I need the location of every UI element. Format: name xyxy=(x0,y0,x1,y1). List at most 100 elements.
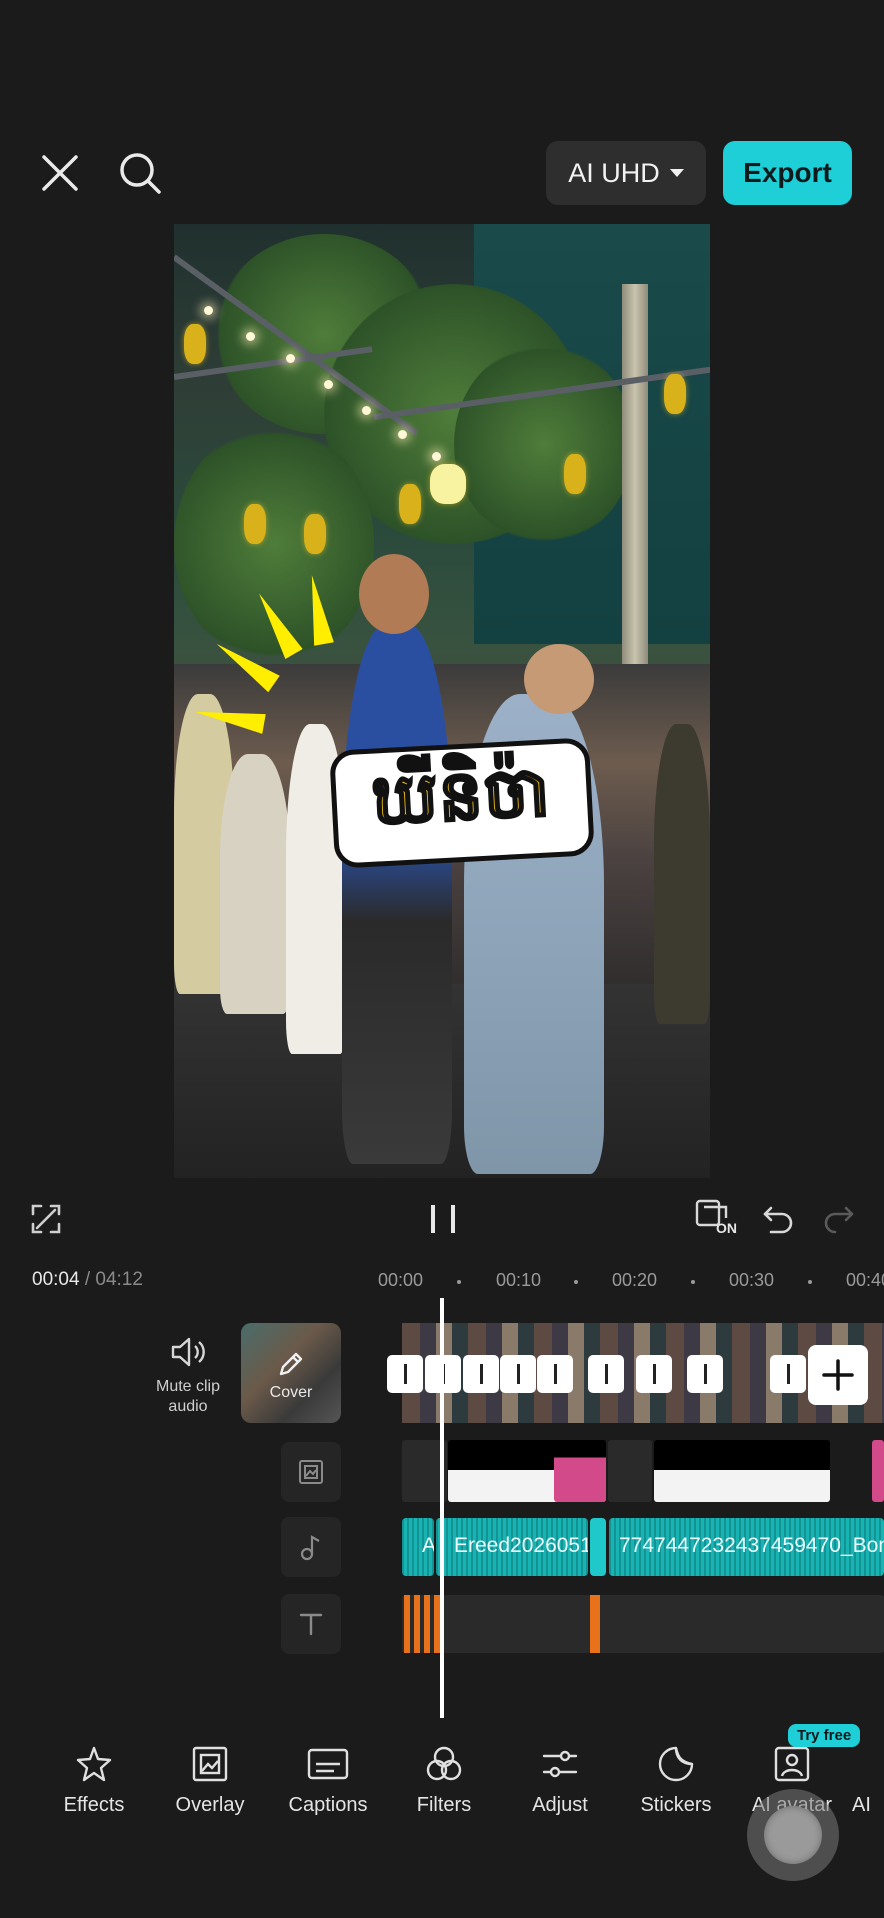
floating-assist-button[interactable] xyxy=(747,1789,839,1881)
add-clip-button[interactable] xyxy=(808,1345,868,1405)
audio-clip[interactable]: A xyxy=(402,1518,434,1576)
transition-marker[interactable] xyxy=(463,1355,499,1393)
ruler-dot xyxy=(691,1280,695,1284)
ruler-dot xyxy=(808,1280,812,1284)
close-icon[interactable] xyxy=(36,149,84,197)
preview-lantern xyxy=(244,504,266,544)
ruler-tick: 00:10 xyxy=(496,1270,542,1290)
preview-lantern xyxy=(304,514,326,554)
transition-marker[interactable] xyxy=(500,1355,536,1393)
pencil-icon xyxy=(279,1352,303,1376)
mute-clip-label: Mute clip audio xyxy=(155,1378,221,1415)
transition-marker[interactable] xyxy=(770,1355,806,1393)
audio-clip[interactable]: 7747447232437459470_Bon xyxy=(609,1518,884,1576)
text-clip-marker[interactable] xyxy=(424,1595,430,1653)
stickers-label: Stickers xyxy=(640,1794,712,1816)
more-ai-label: AI xyxy=(852,1794,871,1816)
preview-light xyxy=(286,354,295,363)
ruler-dot xyxy=(457,1280,461,1284)
filters-tool[interactable]: Filters xyxy=(388,1744,500,1817)
preview-lantern xyxy=(430,464,466,504)
text-track[interactable] xyxy=(402,1595,884,1653)
preview-light xyxy=(204,306,213,315)
ruler-dot xyxy=(574,1280,578,1284)
ruler-tick: 00:20 xyxy=(612,1270,658,1290)
preview-lantern xyxy=(399,484,421,524)
overlay-track-icon[interactable] xyxy=(281,1442,341,1502)
captions-label: Captions xyxy=(288,1794,368,1816)
preview-person xyxy=(524,644,594,714)
export-button[interactable]: Export xyxy=(723,141,852,205)
filters-label: Filters xyxy=(416,1794,472,1816)
sticker-text: ឃីនិច៉ា xyxy=(369,751,554,839)
transition-marker[interactable] xyxy=(537,1355,573,1393)
overlay-clip[interactable] xyxy=(654,1440,830,1502)
captions-tool[interactable]: Captions xyxy=(272,1744,384,1817)
adjust-tool[interactable]: Adjust xyxy=(504,1744,616,1817)
duplicate-toggle-badge: ON xyxy=(716,1220,737,1236)
quality-dropdown[interactable]: AI UHD xyxy=(546,141,706,205)
try-free-badge: Try free xyxy=(788,1724,861,1747)
overlay-icon xyxy=(192,1746,228,1782)
quality-label: AI UHD xyxy=(568,157,660,188)
audio-clip-label: Ereed2026051 xyxy=(454,1534,588,1557)
text-track-icon[interactable] xyxy=(281,1594,341,1654)
overlay-label: Overlay xyxy=(175,1794,245,1816)
overlay-clip[interactable] xyxy=(872,1440,884,1502)
timecode: 00:04 / 04:12 xyxy=(32,1269,143,1291)
redo-icon[interactable] xyxy=(822,1202,856,1241)
text-clip-marker[interactable] xyxy=(414,1595,420,1653)
plus-icon xyxy=(822,1359,854,1391)
stickers-tool[interactable]: Stickers xyxy=(620,1744,732,1817)
cover-thumbnail[interactable]: Cover xyxy=(241,1323,341,1423)
preview-lantern xyxy=(664,374,686,414)
more-ai-tool[interactable]: AI xyxy=(852,1744,884,1817)
search-icon[interactable] xyxy=(116,149,164,197)
time-separator: / xyxy=(84,1269,91,1290)
text-clip-marker[interactable] xyxy=(404,1595,410,1653)
preview-light xyxy=(362,406,371,415)
overlay-clip[interactable] xyxy=(554,1440,606,1502)
preview-lantern xyxy=(184,324,206,364)
cover-label: Cover xyxy=(269,1384,313,1401)
preview-person xyxy=(359,554,429,634)
playhead[interactable] xyxy=(440,1298,444,1718)
transition-marker[interactable] xyxy=(636,1355,672,1393)
fullscreen-icon[interactable] xyxy=(30,1203,62,1240)
audio-clip-handle[interactable] xyxy=(590,1518,606,1576)
preview-person xyxy=(220,754,290,1014)
floating-assist-knob xyxy=(764,1806,822,1864)
transition-marker[interactable] xyxy=(588,1355,624,1393)
audio-clip-label: 7747447232437459470_Bon xyxy=(619,1534,884,1557)
mute-clip-audio-button[interactable]: Mute clip audio xyxy=(146,1335,230,1417)
overlay-tool[interactable]: Overlay xyxy=(154,1744,266,1817)
text-clip-marker[interactable] xyxy=(590,1595,600,1653)
transition-marker[interactable] xyxy=(387,1355,423,1393)
preview-person xyxy=(654,724,710,1024)
overlay-clip[interactable] xyxy=(608,1440,652,1502)
filters-icon xyxy=(426,1746,462,1781)
preview-light xyxy=(432,452,441,461)
video-preview[interactable]: ឃីនិច៉ា xyxy=(174,224,710,1178)
effects-tool[interactable]: Effects xyxy=(38,1744,150,1817)
star-icon xyxy=(76,1746,112,1782)
preview-person xyxy=(342,624,452,1164)
preview-light xyxy=(398,430,407,439)
total-time: 04:12 xyxy=(95,1269,143,1290)
speaker-icon xyxy=(171,1337,205,1367)
preview-light xyxy=(246,332,255,341)
text-sticker[interactable]: ឃីនិច៉ា xyxy=(329,737,595,869)
duplicate-toggle-icon[interactable]: ON xyxy=(694,1198,742,1247)
audio-clip[interactable]: Ereed2026051 xyxy=(436,1518,588,1576)
transition-marker[interactable] xyxy=(687,1355,723,1393)
current-time: 00:04 xyxy=(32,1269,80,1290)
undo-icon[interactable] xyxy=(761,1202,795,1241)
music-track-icon[interactable] xyxy=(281,1517,341,1577)
preview-light xyxy=(324,380,333,389)
adjust-label: Adjust xyxy=(532,1794,588,1816)
preview-lantern xyxy=(564,454,586,494)
effects-label: Effects xyxy=(63,1794,125,1816)
audio-clip-label: A xyxy=(422,1534,434,1557)
ruler-tick: 00:00 xyxy=(378,1270,424,1290)
pause-icon[interactable] xyxy=(428,1203,458,1240)
